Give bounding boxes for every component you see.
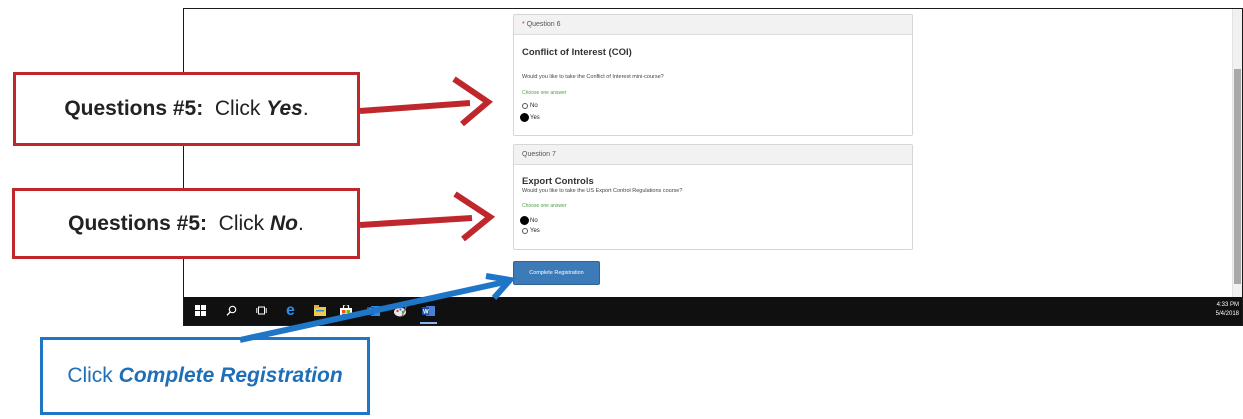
callout-prefix: Questions #5: xyxy=(68,211,207,235)
screenshot-frame: * Question 6 Conflict of Interest (COI) … xyxy=(183,8,1243,326)
question-6-option-yes[interactable]: Yes xyxy=(520,113,540,122)
question-6-prompt: Would you like to take the Conflict of I… xyxy=(522,74,664,80)
callout-suffix: . xyxy=(302,97,309,120)
option-label: Yes xyxy=(530,114,540,121)
callout-verb: Click xyxy=(67,364,113,387)
callout-prefix: Questions #5: xyxy=(64,97,204,120)
question-7-title: Export Controls xyxy=(522,176,594,187)
question-7-prompt: Would you like to take the US Export Con… xyxy=(522,188,683,194)
question-7-hint: Choose one answer xyxy=(522,203,567,209)
question-7-option-no[interactable]: No xyxy=(520,216,538,225)
callout-emphasis: Yes xyxy=(266,97,303,120)
question-6-label: Question 6 xyxy=(526,21,561,28)
option-label: No xyxy=(530,217,538,224)
word-icon[interactable]: W xyxy=(422,304,435,317)
vertical-scrollbar[interactable] xyxy=(1232,9,1242,297)
radio-unselected-icon[interactable] xyxy=(522,103,528,109)
radio-selected-icon[interactable] xyxy=(520,216,529,225)
question-6-option-no[interactable]: No xyxy=(522,103,538,109)
edge-browser-icon[interactable]: e xyxy=(284,302,297,319)
question-7-option-yes[interactable]: Yes xyxy=(522,228,540,234)
scrollbar-thumb[interactable] xyxy=(1234,69,1241,284)
callout-suffix: . xyxy=(298,211,304,235)
question-6-header: * Question 6 xyxy=(514,15,912,35)
windows-start-icon[interactable] xyxy=(194,304,207,317)
outlook-icon[interactable] xyxy=(367,304,380,317)
file-explorer-icon[interactable] xyxy=(313,304,326,317)
callout-emphasis: Complete Registration xyxy=(118,364,343,387)
radio-unselected-icon[interactable] xyxy=(522,228,528,234)
system-clock[interactable]: 4:33 PM 5/4/2018 xyxy=(1216,301,1239,319)
option-label: Yes xyxy=(530,228,540,234)
question-6-title: Conflict of Interest (COI) xyxy=(522,47,632,58)
store-icon[interactable] xyxy=(339,304,352,317)
callout-click-yes: Questions #5: Click Yes. xyxy=(13,72,360,146)
callout-verb: Click xyxy=(218,211,265,235)
required-marker: * xyxy=(522,21,525,28)
question-7-header: Question 7 xyxy=(514,145,912,165)
clock-date: 5/4/2018 xyxy=(1215,311,1239,317)
clock-time: 4:33 PM xyxy=(1216,302,1239,308)
callout-emphasis: No xyxy=(270,211,299,235)
complete-registration-button[interactable]: Complete Registration xyxy=(513,261,600,285)
task-view-icon[interactable] xyxy=(255,304,268,317)
svg-text:W: W xyxy=(423,309,429,315)
callout-verb: Click xyxy=(214,97,261,120)
paint-icon[interactable] xyxy=(394,304,407,317)
question-7-panel: Question 7 Export Controls Would you lik… xyxy=(513,144,913,250)
callout-click-complete-registration: Click Complete Registration xyxy=(40,337,370,415)
active-window-indicator xyxy=(420,322,437,324)
question-6-hint: Choose one answer xyxy=(522,90,567,96)
radio-selected-icon[interactable] xyxy=(520,113,529,122)
callout-click-no: Questions #5: Click No. xyxy=(12,188,360,259)
taskbar: e W 4:33 PM 5/4/2018 xyxy=(184,297,1242,325)
question-6-panel: * Question 6 Conflict of Interest (COI) … xyxy=(513,14,913,136)
search-icon[interactable] xyxy=(225,304,238,317)
option-label: No xyxy=(530,103,538,109)
question-7-label: Question 7 xyxy=(522,151,556,158)
